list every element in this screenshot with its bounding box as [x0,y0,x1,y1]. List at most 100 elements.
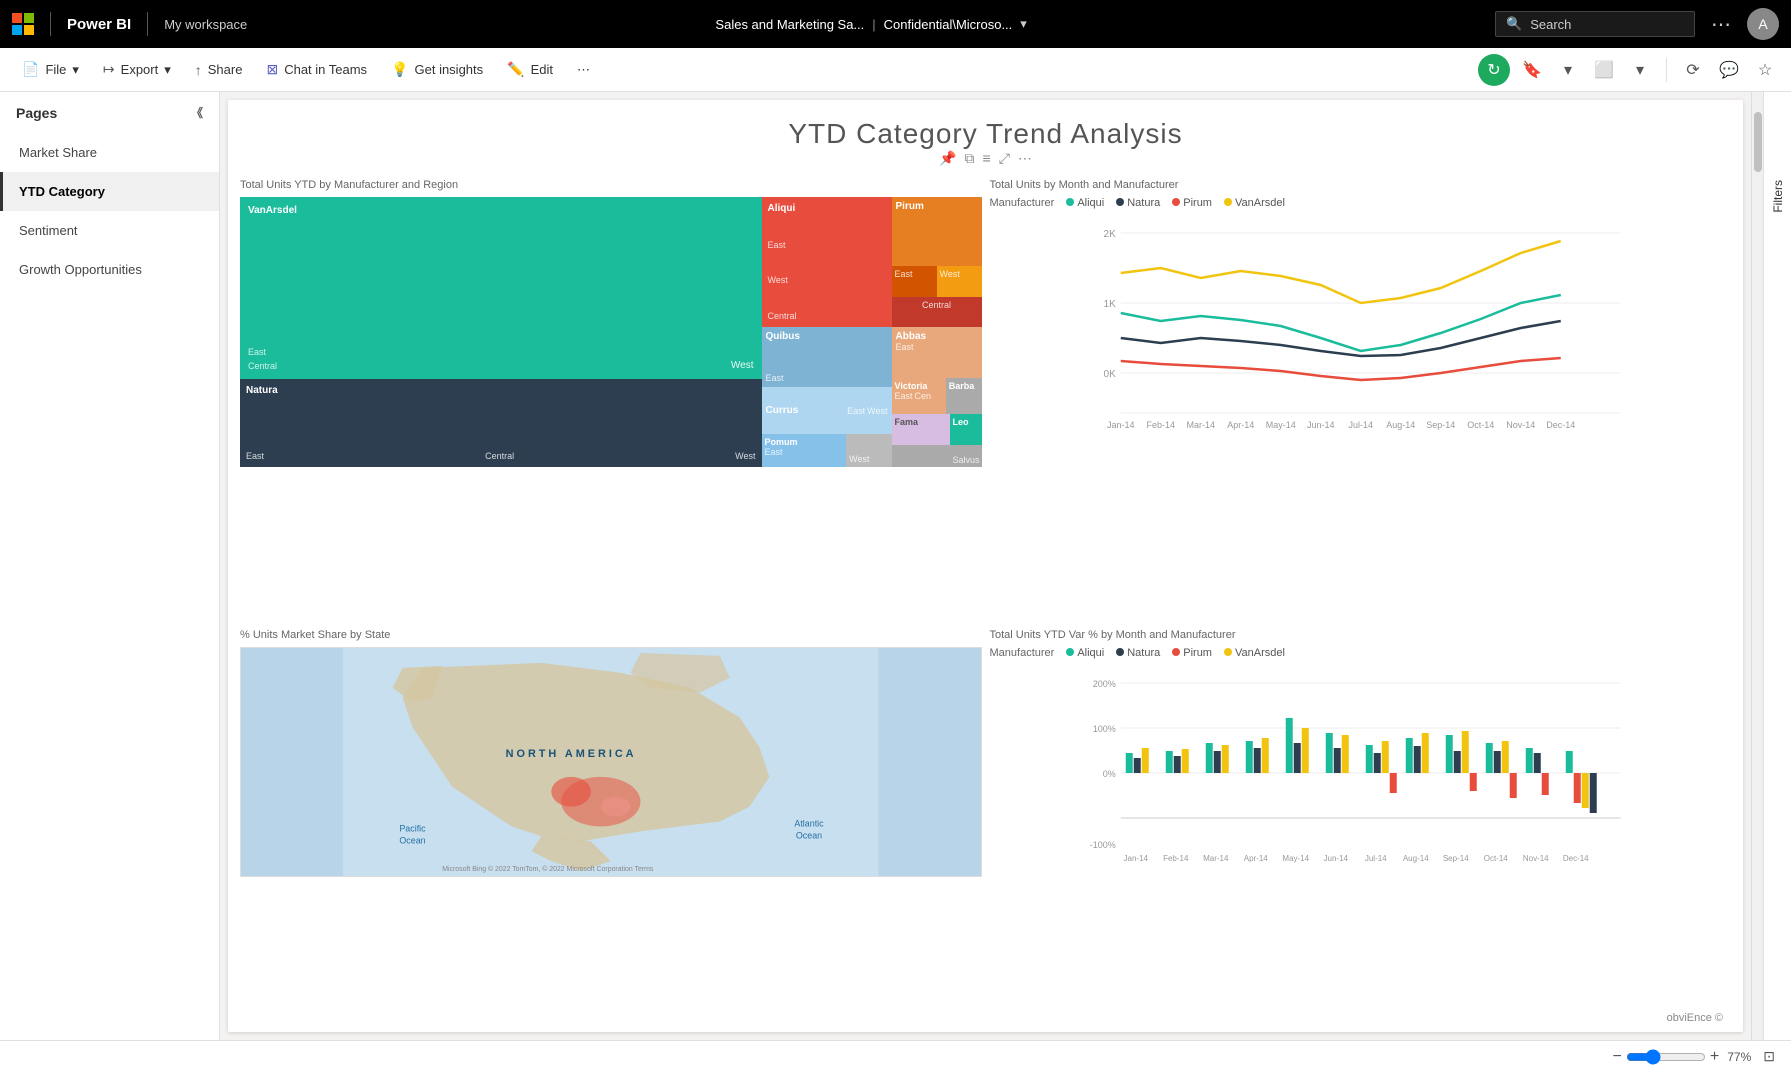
bar-legend-vanarsdel: VanArsdel [1235,647,1285,659]
toolbar-right-section: ↻ 🔖 ▾ ⬜ ▾ ⟳ 💬 ☆ [1478,54,1779,86]
svg-text:May-14: May-14 [1282,854,1309,863]
svg-text:Nov-14: Nov-14 [1506,420,1535,430]
export-dropdown-icon: ▾ [164,62,171,78]
sidebar-item-sentiment[interactable]: Sentiment [0,211,219,250]
file-icon: 📄 [22,61,39,78]
file-dropdown-icon: ▾ [72,62,79,78]
more-toolbar-options[interactable]: ⋯ [567,58,600,82]
bar-legend-natura-dot [1116,648,1124,656]
svg-text:Mar-14: Mar-14 [1186,420,1215,430]
legend-natura-dot [1116,198,1124,206]
report-copyright: obviEnce © [1667,1012,1723,1024]
user-avatar[interactable]: A [1747,8,1779,40]
svg-text:Sep-14: Sep-14 [1442,854,1468,863]
zoom-control: − + 77% ⊡ [1613,1048,1775,1066]
filters-label[interactable]: Filters [1767,172,1789,221]
toolbar-divider [1666,58,1667,82]
more-icon: ⋯ [577,62,590,78]
svg-text:2K: 2K [1103,229,1116,240]
get-insights-button[interactable]: 💡 Get insights [381,57,493,82]
svg-text:Ocean: Ocean [796,830,822,840]
copy-icon[interactable]: ⧉ [965,150,975,167]
tm-salvus-label: West [849,454,869,464]
line-chart-legend: Manufacturer Aliqui Natura Pirum VanArsd… [990,197,1732,209]
insights-icon: 💡 [391,61,408,78]
svg-text:Dec-14: Dec-14 [1562,854,1588,863]
tm-quibus-label: Quibus [766,331,888,342]
favorite-icon[interactable]: ☆ [1751,56,1779,84]
sidebar-item-market-share[interactable]: Market Share [0,133,219,172]
bookmark-dropdown-icon[interactable]: ▾ [1554,56,1582,84]
reload-icon[interactable]: ⟳ [1679,56,1707,84]
bookmark-icon[interactable]: 🔖 [1518,56,1546,84]
svg-text:0K: 0K [1103,369,1116,380]
refresh-button[interactable]: ↻ [1478,54,1510,86]
map-panel: % Units Market Share by State [240,629,982,1031]
export-button[interactable]: ↦ Export ▾ [93,57,181,82]
legend-pirum: Pirum [1183,197,1212,209]
report-canvas: YTD Category Trend Analysis 📌 ⧉ ≡ ⤢ ⋯ To… [228,100,1743,1032]
svg-text:Atlantic: Atlantic [794,818,824,828]
zoom-slider[interactable] [1626,1049,1706,1065]
chat-in-teams-button[interactable]: ⊠ Chat in Teams [256,57,377,82]
search-box[interactable]: 🔍 Search [1495,11,1695,37]
sidebar-item-ytd-category[interactable]: YTD Category [0,172,219,211]
filter-lines-icon[interactable]: ≡ [983,150,991,167]
bar-legend-aliqui: Aliqui [1077,647,1104,659]
bar-manufacturer-label: Manufacturer [990,647,1055,659]
filters-panel: Filters [1763,92,1791,1040]
svg-text:Oct-14: Oct-14 [1483,854,1508,863]
expand-icon[interactable]: ⤢ [999,150,1010,167]
tm-pirum-label: Pirum [896,201,978,212]
share-button[interactable]: ↑ Share [185,58,253,82]
share-icon: ↑ [195,62,202,78]
search-placeholder: Search [1530,17,1571,32]
pages-sidebar: Pages 《 Market Share YTD Category Sentim… [0,92,220,1040]
line-chart-label: Total Units by Month and Manufacturer [990,179,1732,191]
svg-text:Jul-14: Jul-14 [1364,854,1386,863]
tm-victoria-label: Victoria [895,381,943,391]
nav-divider2 [147,12,148,36]
sensitivity-dropdown-arrow[interactable]: ▾ [1020,16,1027,32]
legend-pirum-dot [1172,198,1180,206]
svg-text:Aug-14: Aug-14 [1386,420,1415,430]
workspace-label[interactable]: My workspace [164,17,247,32]
microsoft-logo [12,13,34,35]
edit-icon: ✏️ [507,61,524,78]
zoom-level: 77% [1727,1050,1751,1064]
view-dropdown-icon[interactable]: ▾ [1626,56,1654,84]
edit-button[interactable]: ✏️ Edit [497,57,563,82]
canvas-edit-toolbar: 📌 ⧉ ≡ ⤢ ⋯ [228,150,1743,167]
legend-aliqui-dot [1066,198,1074,206]
map-chart[interactable]: NORTH AMERICA Pacific Ocean Atlantic Oce… [240,647,982,877]
export-icon: ↦ [103,61,115,78]
svg-text:Aug-14: Aug-14 [1402,854,1428,863]
ellipsis-icon[interactable]: ⋯ [1018,150,1032,167]
main-layout: Pages 《 Market Share YTD Category Sentim… [0,92,1791,1040]
view-icon[interactable]: ⬜ [1590,56,1618,84]
zoom-out-button[interactable]: − [1613,1048,1622,1066]
pin-icon[interactable]: 📌 [939,150,956,167]
zoom-in-button[interactable]: + [1710,1048,1719,1066]
vertical-scrollbar[interactable] [1751,92,1763,1040]
tm-salvus-small: Salvus [952,455,979,465]
legend-natura: Natura [1127,197,1160,209]
svg-text:1K: 1K [1103,299,1116,310]
legend-vanarsdel-dot [1224,198,1232,206]
bottom-bar: − + 77% ⊡ [0,1040,1791,1072]
fit-to-page-icon[interactable]: ⊡ [1763,1048,1775,1065]
file-button[interactable]: 📄 File ▾ [12,57,89,82]
sidebar-collapse-button[interactable]: 《 [191,104,203,121]
svg-text:100%: 100% [1092,724,1115,734]
sidebar-item-growth-opportunities[interactable]: Growth Opportunities [0,250,219,289]
svg-text:Jan-14: Jan-14 [1106,420,1134,430]
scroll-thumb[interactable] [1754,112,1762,172]
comment-icon[interactable]: 💬 [1715,56,1743,84]
more-options-icon[interactable]: ⋯ [1711,12,1731,37]
pages-title: Pages [16,105,57,121]
svg-text:NORTH AMERICA: NORTH AMERICA [506,748,637,760]
tm-natura-label: Natura [246,385,756,396]
treemap-chart[interactable]: VanArsdel East Central West Natura East … [240,197,982,467]
tm-aliqui-label: Aliqui [768,203,886,214]
svg-text:Mar-14: Mar-14 [1203,854,1229,863]
